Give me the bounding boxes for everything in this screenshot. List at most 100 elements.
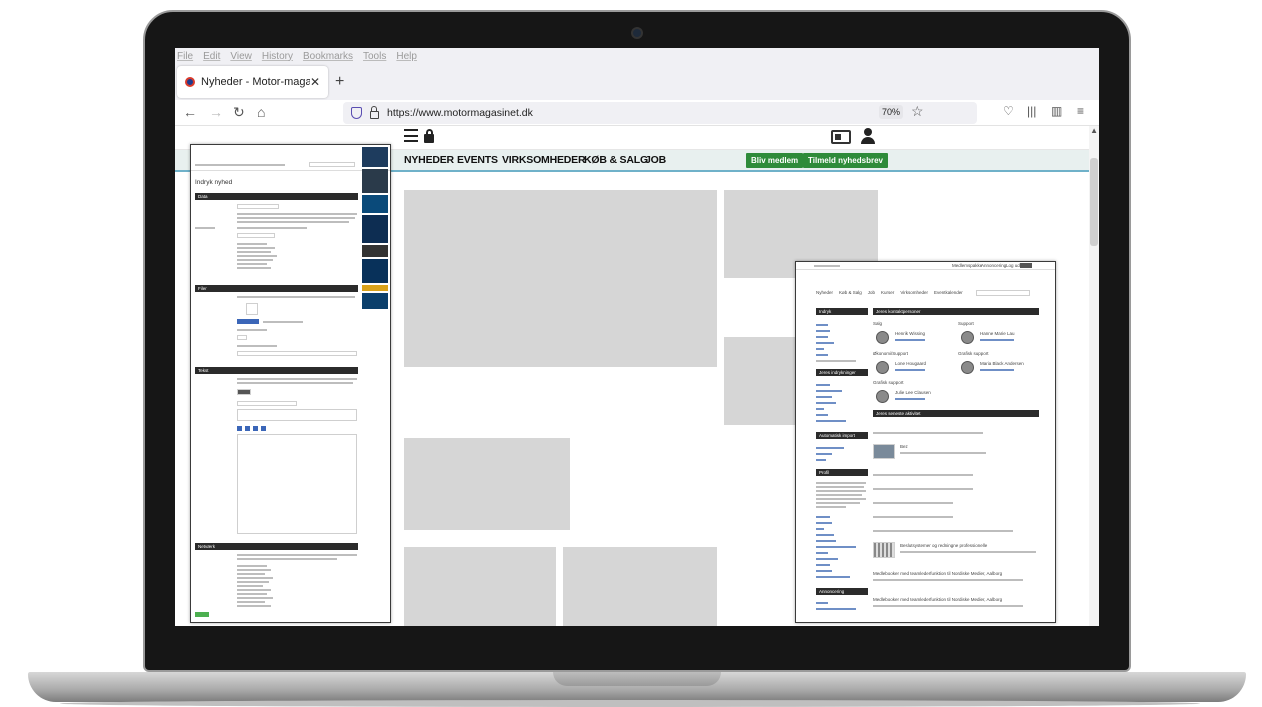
tracking-shield-icon[interactable] xyxy=(351,107,362,119)
news-image-placeholder[interactable] xyxy=(563,547,717,626)
mini-nav-item[interactable]: Køb & Salg xyxy=(839,290,862,296)
browser-tabbar: Nyheder - Motor-magasinet ✕ + xyxy=(175,64,1099,100)
mini-search-input[interactable] xyxy=(976,290,1030,296)
sidebar-jeres-indrykninger[interactable]: Jeres indrykninger xyxy=(816,369,868,376)
mini-topbar: Medlemspakke Annoncering Log ud xyxy=(796,262,1055,270)
mini-input[interactable] xyxy=(237,351,357,356)
newspaper-icon[interactable] xyxy=(831,130,851,144)
group-grafisk-support-2: Grafisk support xyxy=(873,380,904,385)
menu-bookmarks[interactable]: Bookmarks xyxy=(303,51,353,62)
group-support: Support xyxy=(958,321,974,326)
mini-input[interactable] xyxy=(237,401,297,406)
scrollbar[interactable]: ▲ xyxy=(1089,126,1099,626)
activity-title[interactable]: Medlebooker med teamlederfunktion til No… xyxy=(873,571,1002,577)
forward-arrow-icon[interactable]: → xyxy=(209,104,223,120)
mini-nav-item[interactable]: Nyheder xyxy=(816,290,833,296)
avatar xyxy=(961,331,974,344)
form-title: Indryk nyhed xyxy=(195,179,233,186)
sidebar-indryk[interactable]: Indryk xyxy=(816,308,868,315)
nav-kob-salg[interactable]: KØB & SALG xyxy=(584,154,648,166)
scroll-up-icon[interactable]: ▲ xyxy=(1090,126,1098,135)
mini-submit-button[interactable] xyxy=(195,612,209,617)
url-text[interactable]: https://www.motormagasinet.dk xyxy=(387,107,533,119)
link-log-ud[interactable]: Log ud xyxy=(1006,263,1020,269)
avatar xyxy=(876,390,889,403)
home-icon[interactable]: ⌂ xyxy=(257,104,265,120)
hamburger-icon[interactable] xyxy=(404,129,418,142)
link-medlemspakke[interactable]: Medlemspakke xyxy=(952,263,982,269)
mini-nav-item[interactable]: Eventkalender xyxy=(934,290,963,296)
user-icon[interactable] xyxy=(861,128,875,146)
menu-view[interactable]: View xyxy=(230,51,252,62)
activity-thumbnail[interactable] xyxy=(873,444,895,459)
menu-history[interactable]: History xyxy=(262,51,293,62)
nav-nyheder[interactable]: NYHEDER xyxy=(404,154,454,166)
section-filer: Filer xyxy=(195,285,358,292)
upload-button[interactable] xyxy=(237,319,259,324)
mini-editor[interactable] xyxy=(237,434,357,534)
zoom-level[interactable]: 70% xyxy=(879,105,903,119)
menu-help[interactable]: Help xyxy=(396,51,417,62)
avatar xyxy=(876,331,889,344)
activity-thumbnail[interactable] xyxy=(873,542,895,558)
sidebar-annoncering[interactable]: Annoncering xyxy=(816,588,868,595)
section-netvaerk: Netværk xyxy=(195,543,358,550)
nav-job[interactable]: JOB xyxy=(645,154,666,166)
ad-banner[interactable] xyxy=(362,215,388,243)
close-icon[interactable]: ✕ xyxy=(310,75,320,89)
lock-icon[interactable] xyxy=(424,129,434,143)
reload-icon[interactable]: ↻ xyxy=(233,104,245,121)
sidebar-profil[interactable]: Profil xyxy=(816,469,868,476)
ad-banner[interactable] xyxy=(362,147,388,167)
contact-name: Hanne Marie Lau xyxy=(980,331,1015,336)
back-arrow-icon[interactable]: ← xyxy=(183,104,197,120)
mini-button[interactable] xyxy=(237,389,251,395)
pocket-icon[interactable]: ♡ xyxy=(1003,104,1014,118)
browser-tab[interactable]: Nyheder - Motor-magasinet ✕ xyxy=(177,66,328,98)
menu-file[interactable]: File xyxy=(177,51,193,62)
lock-icon[interactable] xyxy=(370,106,379,119)
laptop-shadow xyxy=(60,700,1200,707)
mini-nav-item[interactable]: Kurser xyxy=(881,290,894,296)
sidebar-automatisk-import[interactable]: Automatisk import xyxy=(816,432,868,439)
mini-textarea[interactable] xyxy=(237,409,357,421)
tab-title: Nyheder - Motor-magasinet xyxy=(201,76,310,88)
mini-input[interactable] xyxy=(237,233,275,238)
news-image-placeholder[interactable] xyxy=(724,337,804,425)
news-image-placeholder[interactable] xyxy=(404,438,570,530)
mini-header xyxy=(191,145,390,171)
ad-banner[interactable] xyxy=(362,293,388,309)
nav-events[interactable]: EVENTS xyxy=(457,154,498,166)
newsletter-signup-button[interactable]: Tilmeld nyhedsbrev xyxy=(803,153,888,168)
dashboard-screenshot-right: Medlemspakke Annoncering Log ud Nyheder … xyxy=(795,261,1056,623)
menu-edit[interactable]: Edit xyxy=(203,51,220,62)
bookmark-star-icon[interactable]: ☆ xyxy=(911,103,924,120)
nav-virksomheder[interactable]: VIRKSOMHEDER xyxy=(502,154,586,166)
section-kontaktpersoner: Jeres kontaktpersoner xyxy=(873,308,1039,315)
activity-title[interactable]: Medlebooker med teamlederfunktion til No… xyxy=(873,597,1002,603)
ad-banner[interactable] xyxy=(362,245,388,257)
mini-nav-item[interactable]: Virksomheder xyxy=(900,290,928,296)
ad-banner[interactable] xyxy=(362,259,388,283)
ad-banner[interactable] xyxy=(362,195,388,213)
activity-title[interactable]: Bez xyxy=(900,444,908,450)
contact-name: Lone Hougaard xyxy=(895,361,927,366)
ad-banner[interactable] xyxy=(362,285,388,291)
mini-dropdown[interactable] xyxy=(237,204,279,209)
ad-banner[interactable] xyxy=(362,169,388,193)
mini-nav-item[interactable]: Job xyxy=(868,290,875,296)
activity-title[interactable]: Beslutsystemer og redningne professionel… xyxy=(900,543,987,549)
section-tekst: Tekst xyxy=(195,367,358,374)
mini-nav: Nyheder Køb & Salg Job Kurser Virksomhed… xyxy=(816,290,963,296)
library-icon[interactable]: ||| xyxy=(1027,104,1036,118)
become-member-button[interactable]: Bliv medlem xyxy=(746,153,804,168)
sidebar-icon[interactable]: ▥ xyxy=(1051,104,1062,118)
menu-tools[interactable]: Tools xyxy=(363,51,386,62)
new-tab-button[interactable]: + xyxy=(335,73,344,91)
hamburger-menu-icon[interactable]: ≡ xyxy=(1077,104,1084,118)
link-annoncering[interactable]: Annoncering xyxy=(981,263,1006,269)
scrollbar-thumb[interactable] xyxy=(1090,158,1098,246)
news-image-placeholder[interactable] xyxy=(404,190,717,367)
section-seneste-aktivitet: Jeres seneste aktivitet xyxy=(873,410,1039,417)
news-image-placeholder[interactable] xyxy=(404,547,556,626)
